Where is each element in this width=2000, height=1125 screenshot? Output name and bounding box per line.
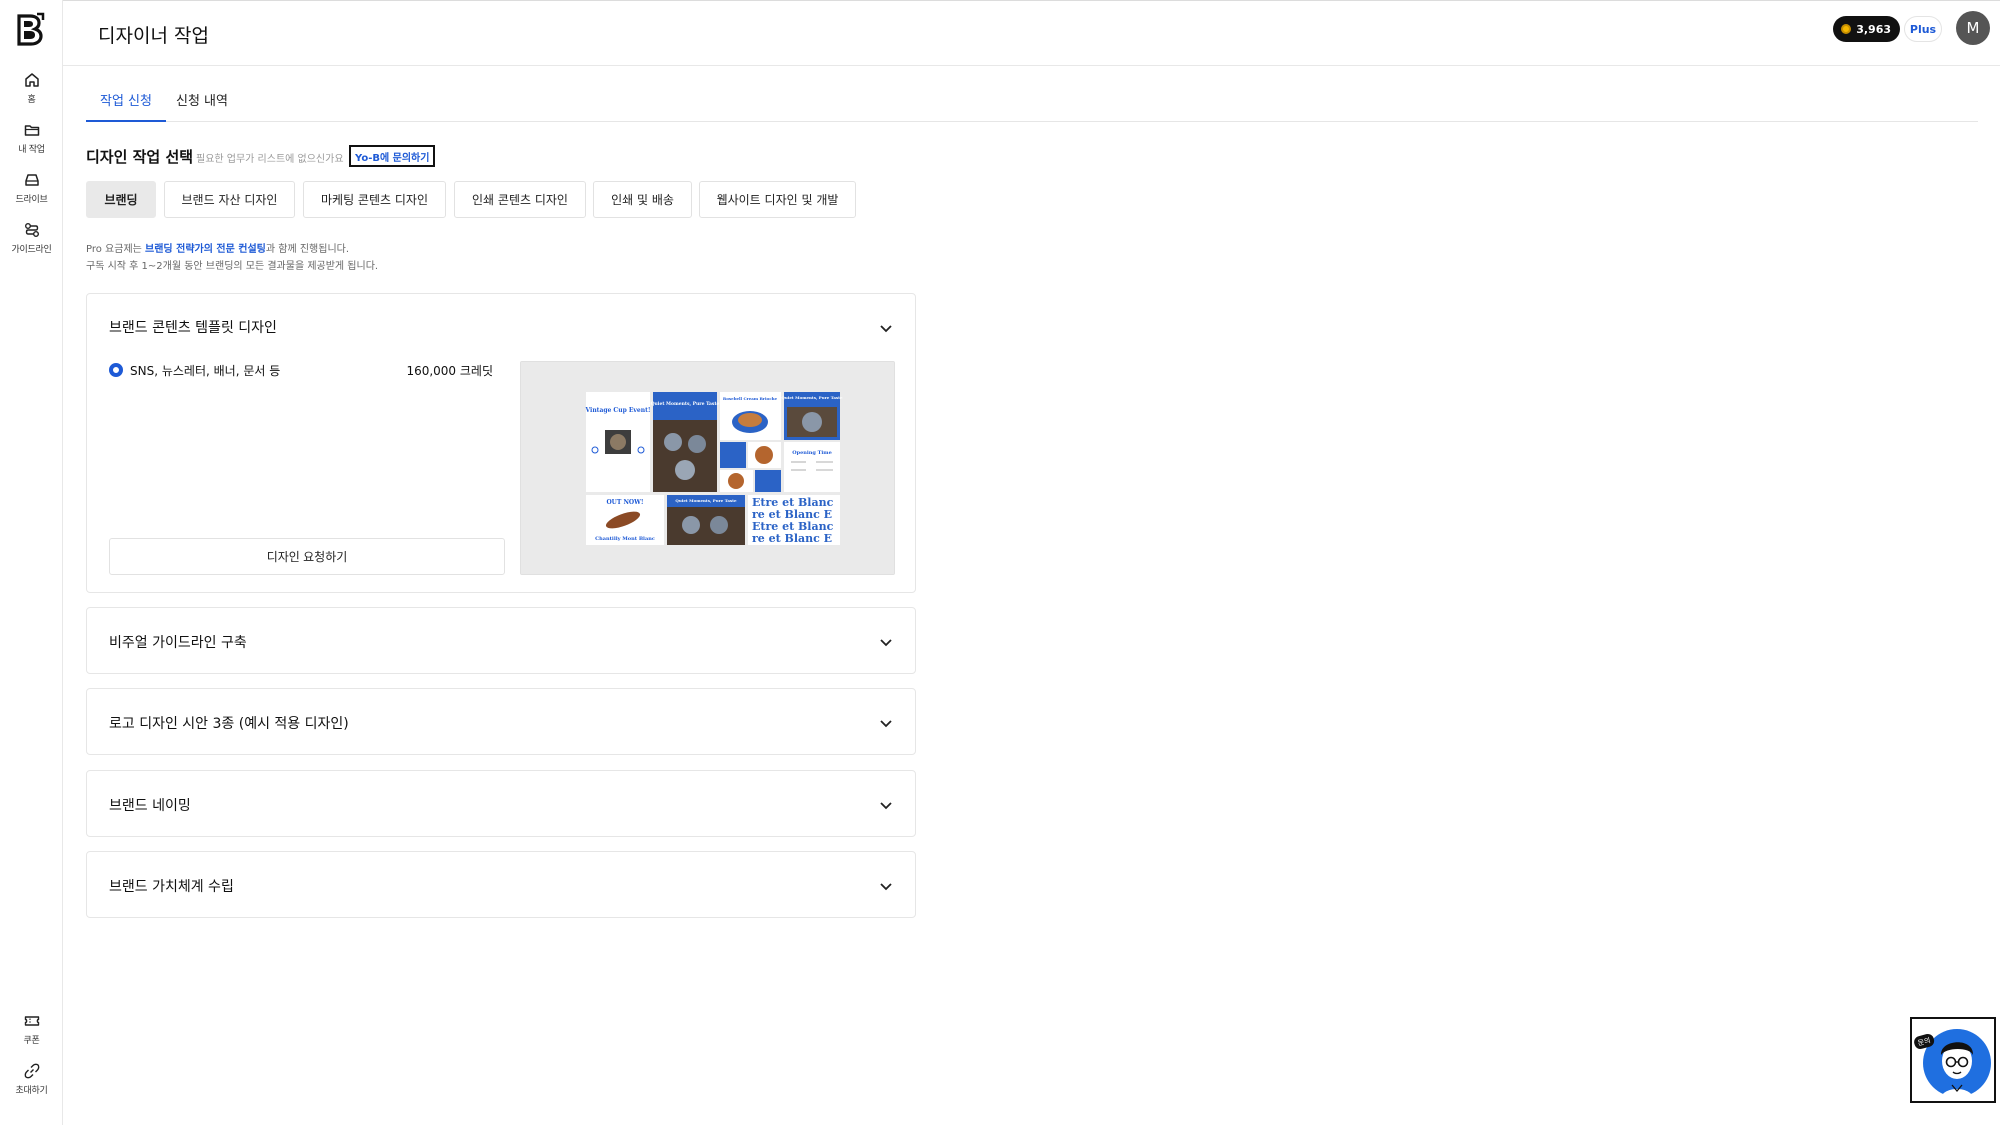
sidebar-item-label: 초대하기 <box>15 1086 48 1096</box>
inquire-link[interactable]: Yo-B에 문의하기 <box>349 145 436 167</box>
top-header: 디자이너 작업 3,963 Plus M <box>63 0 2000 66</box>
home-icon <box>24 73 39 87</box>
sidebar-item-home[interactable]: 홈 <box>0 72 63 105</box>
preview-text-montblanc: Chantilly Mont Blanc <box>595 536 655 542</box>
sidebar-item-guideline[interactable]: 가이드라인 <box>0 222 63 255</box>
credit-amount: 3,963 <box>1856 22 1891 36</box>
category-chip-print-delivery[interactable]: 인쇄 및 배송 <box>593 181 692 218</box>
preview-text-opening: Opening Time <box>792 450 832 456</box>
tab-apply[interactable]: 작업 신청 <box>86 92 166 122</box>
preview-text-etre-4: re et Blanc E <box>752 532 832 545</box>
brand-logo[interactable] <box>13 10 49 50</box>
tab-bar: 작업 신청 신청 내역 <box>86 92 1978 122</box>
category-chip-marketing[interactable]: 마케팅 콘텐츠 디자인 <box>303 181 446 218</box>
page-title: 디자이너 작업 <box>98 25 209 47</box>
service-card-brand-template: 브랜드 콘텐츠 템플릿 디자인 SNS, 뉴스레터, 배너, 문서 등 160,… <box>86 293 916 593</box>
sidebar-item-my-work[interactable]: 내 작업 <box>0 122 63 155</box>
option-label: SNS, 뉴스레터, 배너, 문서 등 <box>130 363 281 378</box>
consulting-highlight: 브랜딩 전략가의 전문 컨설팅 <box>145 244 266 255</box>
sidebar-item-label: 내 작업 <box>18 145 45 155</box>
chevron-down-icon[interactable] <box>879 716 893 730</box>
coin-icon <box>1841 24 1852 34</box>
preview-text-quiet-1: Quiet Moments, Pure Taste <box>651 401 720 407</box>
option-price: 160,000 크레딧 <box>406 364 493 378</box>
sidebar-item-drive[interactable]: 드라이브 <box>0 172 63 205</box>
category-chip-brand-assets[interactable]: 브랜드 자산 디자인 <box>164 181 295 218</box>
sidebar-item-label: 드라이브 <box>15 195 48 205</box>
card-title: 브랜드 가치체계 수립 <box>109 879 234 895</box>
design-request-button[interactable]: 디자인 요청하기 <box>109 538 505 575</box>
service-card-logo-design[interactable]: 로고 디자인 시안 3종 (예시 적용 디자인) <box>86 688 916 755</box>
sidebar-item-coupon[interactable]: 쿠폰 <box>0 1013 63 1046</box>
invite-icon <box>24 1063 39 1079</box>
service-card-brand-naming[interactable]: 브랜드 네이밍 <box>86 770 916 837</box>
guideline-icon <box>24 223 39 237</box>
pro-plan-info: Pro 요금제는 브랜딩 전략가의 전문 컨설팅과 함께 진행됩니다. <box>86 244 350 255</box>
service-card-brand-values[interactable]: 브랜드 가치체계 수립 <box>86 851 916 918</box>
user-avatar[interactable]: M <box>1956 11 1990 45</box>
chevron-down-icon[interactable] <box>879 635 893 649</box>
sidebar-item-label: 가이드라인 <box>11 245 52 255</box>
credit-balance-badge[interactable]: 3,963 <box>1833 16 1900 42</box>
section-title: 디자인 작업 선택 <box>86 148 194 166</box>
folder-icon <box>24 125 39 136</box>
card-title: 브랜드 네이밍 <box>109 798 191 814</box>
service-card-visual-guideline[interactable]: 비주얼 가이드라인 구축 <box>86 607 916 674</box>
category-chip-website[interactable]: 웹사이트 디자인 및 개발 <box>699 181 856 218</box>
card-title: 로고 디자인 시안 3종 (예시 적용 디자인) <box>109 716 349 732</box>
chevron-down-icon[interactable] <box>879 879 893 893</box>
category-chip-branding[interactable]: 브랜딩 <box>86 181 156 218</box>
sidebar-item-label: 홈 <box>27 95 36 105</box>
chevron-down-icon[interactable] <box>879 798 893 812</box>
sidebar-item-invite[interactable]: 초대하기 <box>0 1063 63 1096</box>
option-sns-templates[interactable]: SNS, 뉴스레터, 배너, 문서 등 160,000 크레딧 <box>109 360 493 380</box>
preview-text-vintage: Vintage Cup Event! <box>584 407 650 414</box>
template-collage: Vintage Cup Event! Quiet Moments, Pure T… <box>521 362 894 574</box>
support-character-icon: 문의 <box>1914 1029 1991 1101</box>
section-hint: 필요한 업무가 리스트에 없으신가요 <box>196 154 344 165</box>
sidebar: 홈 내 작업 드라이브 가이드라인 쿠폰 초대하기 <box>0 0 63 1125</box>
category-chip-print-content[interactable]: 인쇄 콘텐츠 디자인 <box>454 181 586 218</box>
plan-badge[interactable]: Plus <box>1904 16 1942 42</box>
preview-text-rosebell: Rosebell Cream Brioche <box>723 396 778 401</box>
tab-history[interactable]: 신청 내역 <box>162 92 242 122</box>
card-title: 브랜드 콘텐츠 템플릿 디자인 <box>109 320 277 336</box>
app-root: 홈 내 작업 드라이브 가이드라인 쿠폰 초대하기 디자이너 작업 3,963 … <box>0 0 2000 1125</box>
preview-text-quiet-3: Quiet Moments, Pure Taste <box>675 498 737 503</box>
coupon-icon <box>24 1016 39 1026</box>
drive-icon <box>24 174 39 186</box>
chevron-down-icon[interactable] <box>879 321 893 335</box>
radio-selected[interactable] <box>109 363 123 377</box>
preview-text-quiet-2: Quiet Moments, Pure Taste <box>781 395 843 400</box>
preview-text-outnow: OUT NOW! <box>606 499 643 506</box>
subscription-info: 구독 시작 후 1~2개월 동안 브랜딩의 모든 결과물을 제공받게 됩니다. <box>86 261 379 272</box>
sidebar-item-label: 쿠폰 <box>23 1036 40 1046</box>
template-preview-image: Vintage Cup Event! Quiet Moments, Pure T… <box>520 361 895 575</box>
chat-support-button[interactable]: 문의 <box>1910 1017 1996 1103</box>
card-title: 비주얼 가이드라인 구축 <box>109 635 247 651</box>
